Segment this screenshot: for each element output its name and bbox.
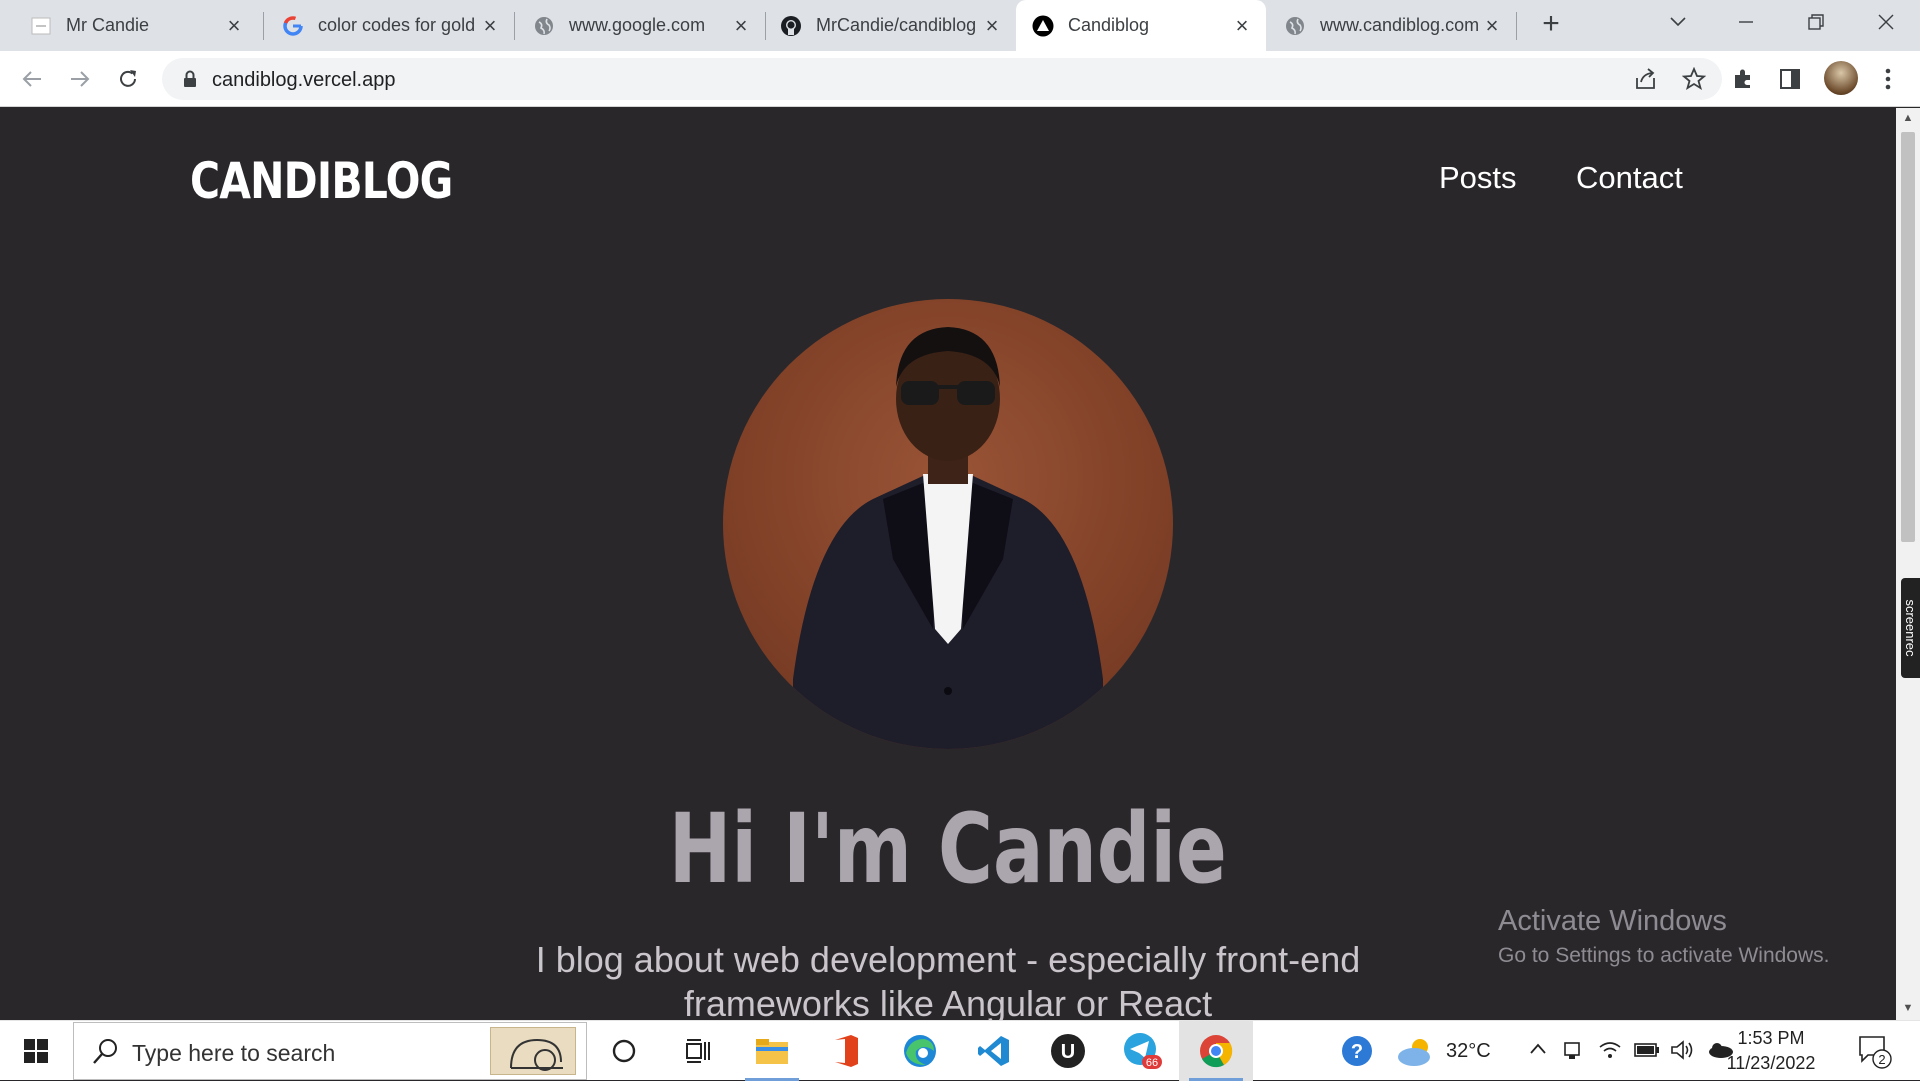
- tab-mr-candie[interactable]: Mr Candie ×: [0, 0, 258, 51]
- close-icon[interactable]: ×: [1482, 14, 1502, 36]
- page-scrollbar[interactable]: ▲ ▼: [1896, 108, 1920, 1020]
- page-icon: [30, 15, 52, 37]
- windows-taskbar: Type here to search U 66 ? 32°C 1:53 PM …: [0, 1020, 1920, 1081]
- site-logo[interactable]: CANDIBLOG: [190, 152, 453, 210]
- new-tab-button[interactable]: +: [1534, 8, 1568, 42]
- tab-google[interactable]: www.google.com ×: [515, 0, 765, 51]
- profile-avatar[interactable]: [1824, 61, 1858, 95]
- address-bar[interactable]: candiblog.vercel.app: [162, 58, 1722, 100]
- tab-title: Mr Candie: [66, 15, 150, 35]
- share-icon[interactable]: [1634, 67, 1658, 91]
- search-highlight-icon[interactable]: [490, 1027, 576, 1075]
- tab-title: Candiblog: [1068, 15, 1150, 35]
- close-icon[interactable]: ×: [224, 14, 244, 36]
- notification-count: 2: [1878, 1052, 1885, 1067]
- chrome-icon[interactable]: [1179, 1021, 1253, 1081]
- watermark-title: Activate Windows: [1498, 905, 1727, 937]
- tab-strip: Mr Candie × color codes for gold × www.g…: [0, 0, 1920, 51]
- upwork-icon[interactable]: U: [1031, 1021, 1105, 1081]
- activate-windows-watermark: Activate Windows Go to Settings to activ…: [1498, 905, 1830, 968]
- wifi-icon[interactable]: [1598, 1039, 1622, 1066]
- scroll-down-arrow-icon[interactable]: ▼: [1902, 1002, 1914, 1014]
- tab-separator: [1516, 12, 1517, 40]
- browser-toolbar: candiblog.vercel.app: [0, 51, 1920, 107]
- tab-candiblog-com[interactable]: www.candiblog.com ×: [1266, 0, 1516, 51]
- tab-title: MrCandie/candiblog: [816, 15, 977, 35]
- volume-icon[interactable]: [1670, 1039, 1694, 1066]
- taskbar-search-box[interactable]: Type here to search: [73, 1022, 587, 1080]
- tab-candiblog[interactable]: Candiblog ×: [1016, 0, 1266, 51]
- back-button[interactable]: [14, 61, 50, 97]
- task-view-icon[interactable]: [661, 1021, 735, 1081]
- office-icon[interactable]: [809, 1021, 883, 1081]
- reload-button[interactable]: [110, 61, 146, 97]
- profile-photo: [723, 299, 1173, 749]
- web-page: CANDIBLOG Posts Contact Hi I'm Candie I …: [0, 108, 1896, 1020]
- scroll-up-arrow-icon[interactable]: ▲: [1902, 112, 1914, 124]
- edge-icon[interactable]: [883, 1021, 957, 1081]
- chevron-up-icon[interactable]: [1528, 1039, 1548, 1064]
- close-icon[interactable]: ×: [1232, 14, 1252, 36]
- close-icon[interactable]: ×: [480, 14, 500, 36]
- close-icon[interactable]: ×: [982, 14, 1002, 36]
- tab-search-button[interactable]: [1644, 0, 1712, 44]
- vscode-icon[interactable]: [957, 1021, 1031, 1081]
- hero-subtitle: I blog about web development - especiall…: [535, 939, 1361, 1020]
- notification-center-icon[interactable]: 2: [1858, 1035, 1894, 1074]
- tab-color-codes[interactable]: color codes for gold ×: [264, 0, 514, 51]
- svg-text:U: U: [1061, 1041, 1075, 1063]
- clock-time: 1:53 PM: [1737, 1028, 1805, 1048]
- screenrec-widget[interactable]: screenrec: [1901, 578, 1920, 678]
- battery-icon[interactable]: [1634, 1041, 1660, 1064]
- extensions-icon[interactable]: [1729, 65, 1757, 93]
- tab-title: color codes for gold: [318, 15, 476, 35]
- globe-icon: [533, 15, 555, 37]
- minimize-button[interactable]: [1712, 0, 1780, 44]
- nav-link-posts[interactable]: Posts: [1439, 160, 1517, 196]
- github-icon: [780, 15, 802, 37]
- taskbar-clock[interactable]: 1:53 PM 11/23/2022: [1716, 1026, 1826, 1076]
- weather-cloud-icon[interactable]: [1396, 1035, 1436, 1072]
- scrollbar-thumb[interactable]: [1901, 132, 1915, 542]
- telegram-badge: 66: [1146, 1057, 1158, 1069]
- url-text[interactable]: candiblog.vercel.app: [212, 69, 395, 92]
- hero-headline: Hi I'm Candie: [0, 793, 1896, 905]
- tab-github[interactable]: MrCandie/candiblog ×: [766, 0, 1016, 51]
- tab-title: www.candiblog.com: [1320, 15, 1480, 35]
- file-explorer-icon[interactable]: [735, 1021, 809, 1081]
- telegram-icon[interactable]: 66: [1105, 1021, 1179, 1081]
- side-panel-icon[interactable]: [1776, 65, 1804, 93]
- meet-now-icon[interactable]: [1562, 1039, 1584, 1066]
- forward-button[interactable]: [62, 61, 98, 97]
- tab-title: www.google.com: [569, 15, 706, 35]
- menu-icon[interactable]: [1874, 65, 1902, 93]
- lock-icon[interactable]: [178, 67, 202, 91]
- vercel-icon: [1032, 15, 1054, 37]
- cortana-icon[interactable]: [587, 1021, 661, 1081]
- clock-date: 11/23/2022: [1726, 1053, 1816, 1073]
- nav-link-contact[interactable]: Contact: [1576, 160, 1683, 196]
- watermark-subtitle: Go to Settings to activate Windows.: [1498, 944, 1830, 967]
- weather-temp[interactable]: 32°C: [1446, 1040, 1491, 1063]
- windows-start-icon[interactable]: [10, 1021, 62, 1081]
- help-icon[interactable]: ?: [1340, 1034, 1374, 1073]
- bookmark-star-icon[interactable]: [1682, 67, 1706, 91]
- close-window-button[interactable]: [1852, 0, 1920, 44]
- google-icon: [282, 15, 304, 37]
- search-icon: [92, 1037, 120, 1070]
- hero-headline-text: Hi I'm Candie: [668, 793, 1228, 905]
- restore-button[interactable]: [1782, 0, 1850, 44]
- svg-text:?: ?: [1351, 1041, 1363, 1063]
- search-placeholder[interactable]: Type here to search: [132, 1040, 335, 1067]
- screenrec-label: screenrec: [1903, 599, 1918, 657]
- close-icon[interactable]: ×: [731, 14, 751, 36]
- globe-icon: [1284, 15, 1306, 37]
